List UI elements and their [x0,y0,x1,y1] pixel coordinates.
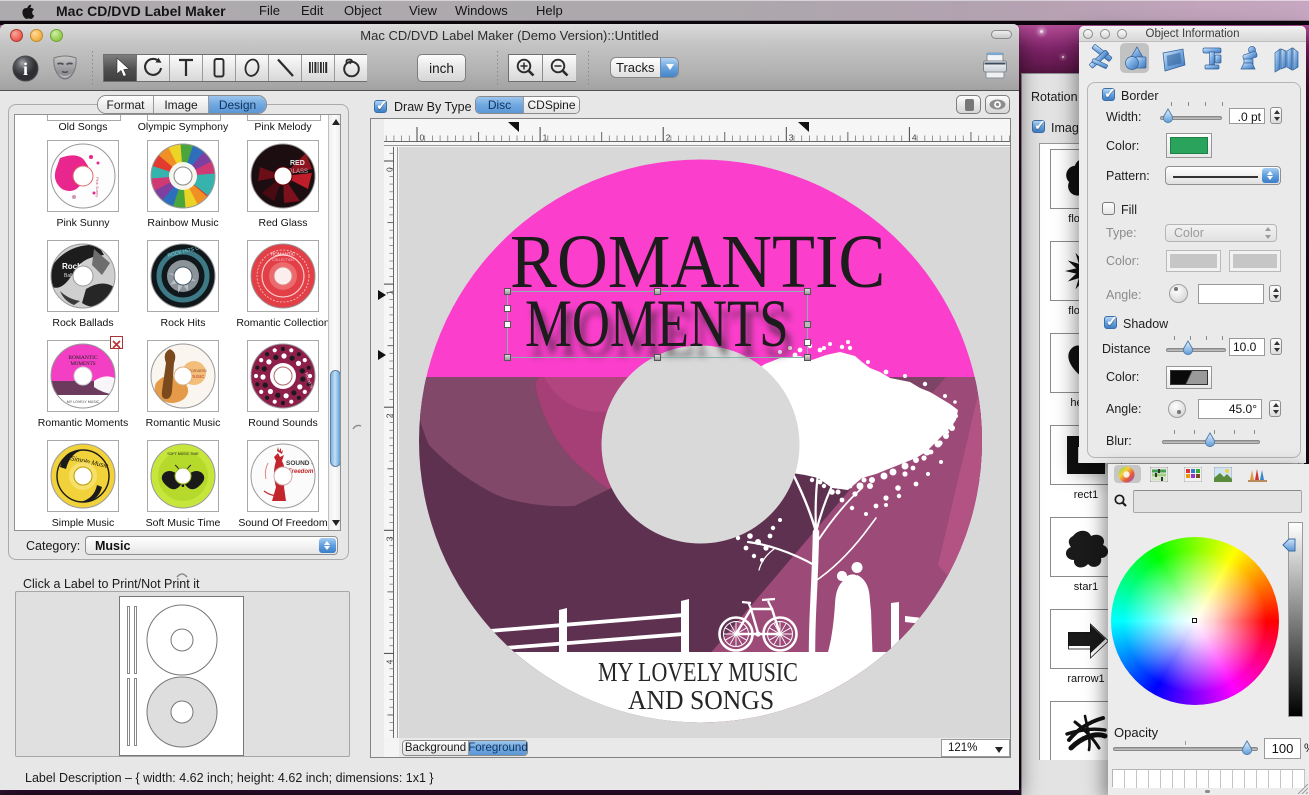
svg-text:3: 3 [385,536,395,541]
svg-text:3: 3 [789,133,794,143]
svg-text:1: 1 [385,290,395,295]
svg-text:1: 1 [543,133,548,143]
svg-text:4: 4 [912,133,917,143]
svg-text:0: 0 [385,167,395,172]
svg-text:2: 2 [666,133,671,143]
svg-text:0: 0 [420,133,425,143]
svg-text:2: 2 [385,413,395,418]
svg-text:4: 4 [385,659,395,664]
